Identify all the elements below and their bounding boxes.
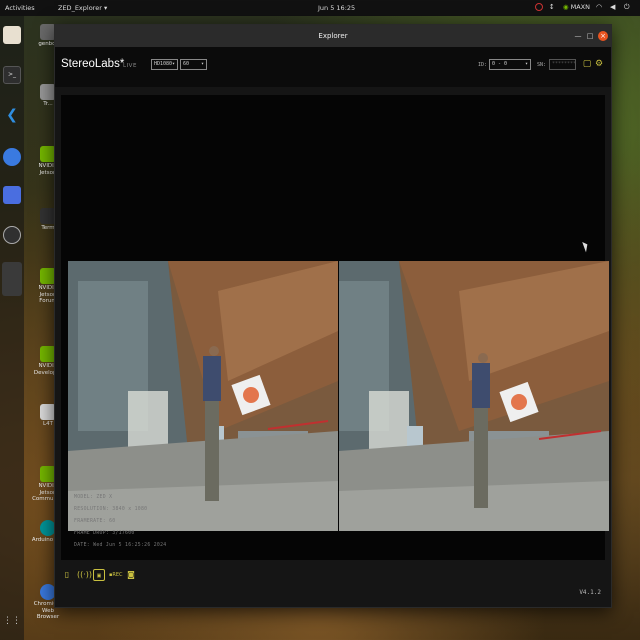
app-menu[interactable]: ZED_Explorer ▾	[58, 4, 107, 12]
footer-toolbar: ▯ ((·)) ▣ ▪REC ◙	[61, 569, 137, 581]
fps-value: 60	[183, 61, 190, 67]
files-dock-icon[interactable]	[3, 26, 21, 44]
terminal-dock-icon[interactable]: >_	[3, 66, 21, 84]
stereolabs-logo: StereoLabs*	[61, 58, 125, 70]
atrium-scene-left	[68, 261, 338, 531]
minimize-button[interactable]: —	[573, 31, 583, 41]
dock: >_ ❮ ⋮⋮	[0, 16, 24, 640]
right-camera-image	[339, 261, 609, 531]
sn-label: SN:	[537, 62, 547, 68]
atrium-scene-right	[339, 261, 609, 531]
camera-snapshot-icon[interactable]: ◙	[125, 569, 137, 581]
date-info: DATE: Wed Jun 5 16:25:26 2024	[74, 543, 167, 548]
power-icon[interactable]: ⏻	[624, 3, 632, 11]
desktop-icon-label: L4T	[43, 421, 53, 427]
app-header: StereoLabs* LIVE HD1080 ▾ 60 ▾ ID: 0 - 0 ▾ …	[55, 47, 611, 87]
screenshot-dock-icon[interactable]	[3, 186, 21, 204]
zed-explorer-dock-icon[interactable]	[2, 262, 22, 296]
video-mode-icon[interactable]: ▪REC	[109, 569, 123, 581]
resolution-value: HD1080	[154, 61, 173, 67]
activities-button[interactable]: Activities	[5, 4, 35, 12]
nvidia-icon: ◉	[562, 3, 569, 11]
left-camera-image	[68, 261, 338, 531]
serial-number-value: ********	[552, 61, 577, 67]
model-info: MODEL: ZED X	[74, 495, 113, 500]
top-bar: Activities ZED_Explorer ▾ Jun 5 16:25 ↕ …	[0, 0, 640, 16]
id-label: ID:	[478, 62, 488, 68]
fps-select[interactable]: 60 ▾	[180, 59, 207, 70]
framerate-info: FRAMERATE: 60	[74, 519, 116, 524]
camera-id-select[interactable]: 0 - 0 ▾	[489, 59, 531, 70]
desktop-icon-label: Tr...	[43, 101, 53, 107]
close-button[interactable]: ×	[598, 31, 608, 41]
chevron-down-icon: ▾	[524, 61, 528, 67]
show-apps-icon[interactable]: ⋮⋮	[3, 612, 21, 630]
mouse-cursor-icon	[582, 240, 590, 253]
volume-icon[interactable]: ◀	[610, 3, 618, 11]
serial-number-field: ********	[549, 59, 576, 70]
wifi-icon[interactable]: ◠	[596, 3, 604, 11]
frame-drop-info: FRAME DROP: 3/17600	[74, 531, 135, 536]
maximize-button[interactable]: □	[585, 31, 595, 41]
settings-gear-icon[interactable]: ⚙	[594, 59, 604, 69]
folder-icon[interactable]: ▯	[61, 569, 73, 581]
window-titlebar[interactable]: Explorer — □ ×	[55, 25, 611, 47]
record-icon[interactable]	[534, 3, 543, 11]
resolution-select[interactable]: HD1080 ▾	[151, 59, 178, 70]
chevron-down-icon: ▾	[200, 61, 204, 67]
nvidia-power-mode[interactable]: ◉ MAXN	[563, 3, 590, 11]
desktop-icon-label: Term	[41, 225, 55, 231]
camera-id-value: 0 - 0	[492, 61, 508, 67]
power-mode-label: MAXN	[570, 3, 590, 11]
stream-icon[interactable]: ((·))	[77, 569, 92, 581]
obs-dock-icon[interactable]	[3, 226, 21, 244]
vscode-dock-icon[interactable]: ❮	[3, 106, 21, 124]
window-title: Explorer	[318, 32, 348, 40]
version-label: V4.1.2	[579, 589, 601, 596]
camera-viewer[interactable]: MODEL: ZED X RESOLUTION: 3840 x 1080 FRA…	[61, 95, 609, 560]
explorer-window: Explorer — □ × StereoLabs* LIVE HD1080 ▾ …	[54, 24, 612, 608]
resolution-info: RESOLUTION: 3840 x 1080	[74, 507, 148, 512]
desktop: Activities ZED_Explorer ▾ Jun 5 16:25 ↕ …	[0, 0, 640, 640]
live-label: LIVE	[123, 63, 137, 69]
system-tray[interactable]: ↕ ◉ MAXN ◠ ◀ ⏻	[534, 3, 632, 11]
record-toggle-icon[interactable]: ▢	[582, 59, 592, 69]
clock[interactable]: Jun 5 16:25	[318, 4, 355, 12]
network-icon[interactable]: ↕	[549, 3, 557, 11]
chromium-dock-icon[interactable]	[3, 148, 21, 166]
chevron-down-icon: ▾	[171, 61, 175, 67]
svo-record-icon[interactable]: ▣	[93, 569, 105, 581]
